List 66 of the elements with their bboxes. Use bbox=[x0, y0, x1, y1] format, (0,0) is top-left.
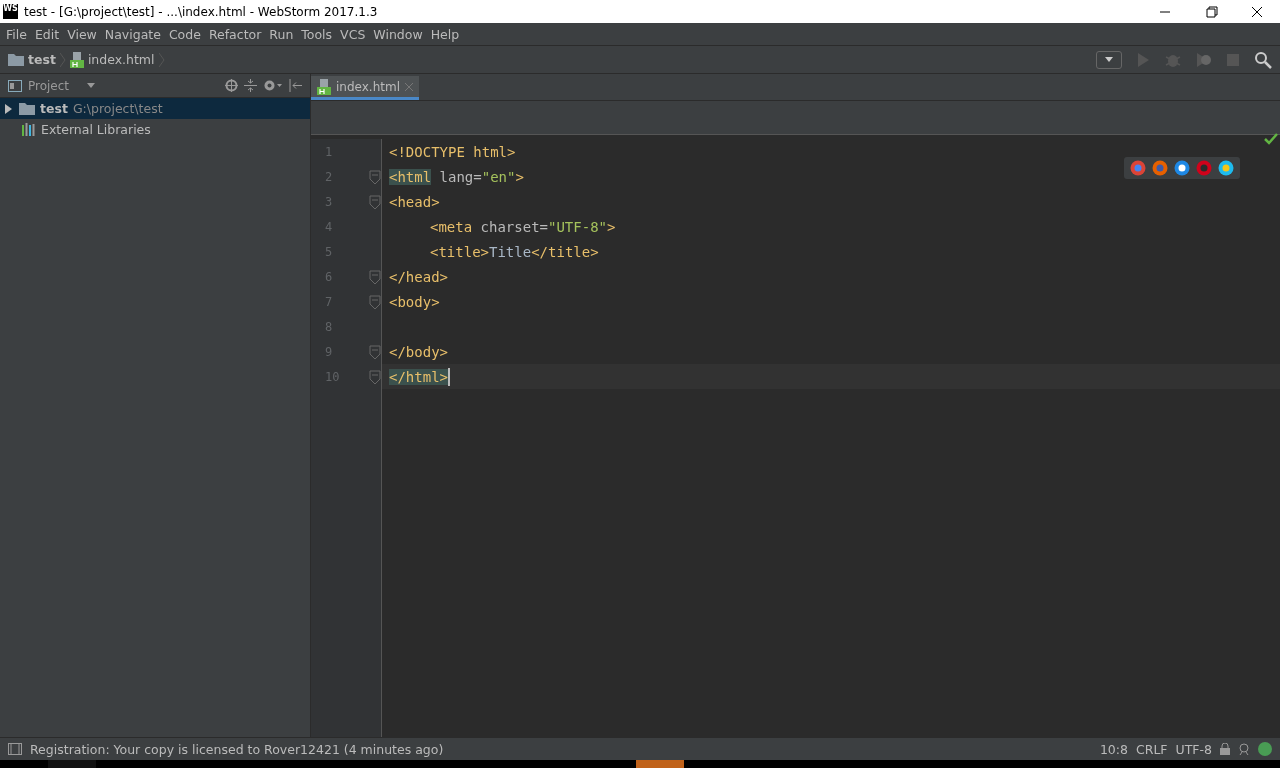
menu-item[interactable]: Window bbox=[369, 26, 427, 42]
code-line: <!DOCTYPE html> bbox=[388, 143, 516, 160]
fold-marker-icon[interactable] bbox=[369, 193, 381, 210]
menu-item[interactable]: Run bbox=[265, 26, 298, 42]
chevron-icon bbox=[158, 51, 165, 68]
expand-arrow-icon[interactable] bbox=[4, 103, 14, 114]
tree-item[interactable]: External Libraries bbox=[0, 119, 310, 140]
code-line: <meta charset="UTF-8"> bbox=[429, 218, 616, 235]
project-view-icon bbox=[8, 79, 22, 92]
tree-label: External Libraries bbox=[41, 122, 151, 137]
cursor-position[interactable]: 10:8 bbox=[1099, 741, 1128, 757]
breadcrumb[interactable]: index.html bbox=[87, 52, 155, 67]
html-file-icon bbox=[317, 78, 331, 95]
chevron-icon bbox=[59, 51, 66, 68]
menu-item[interactable]: Navigate bbox=[100, 26, 165, 42]
code-line: <body> bbox=[388, 293, 440, 310]
fold-marker-icon[interactable] bbox=[369, 368, 381, 385]
line-separator[interactable]: CRLF bbox=[1135, 741, 1168, 757]
code-line: </head> bbox=[388, 268, 448, 285]
menu-item[interactable]: File bbox=[2, 26, 31, 42]
editor-tab[interactable]: index.html bbox=[311, 76, 419, 100]
toggle-panels-icon[interactable] bbox=[8, 743, 22, 755]
collapse-icon[interactable] bbox=[244, 79, 257, 92]
menu-item[interactable]: Edit bbox=[30, 26, 64, 42]
coverage-icon[interactable] bbox=[1194, 50, 1212, 69]
fold-marker-icon[interactable] bbox=[369, 168, 381, 185]
folder-icon bbox=[19, 102, 35, 115]
menu-item[interactable]: Code bbox=[164, 26, 205, 42]
event-log-icon[interactable] bbox=[1258, 742, 1272, 756]
hide-panel-icon[interactable] bbox=[289, 79, 302, 92]
inspector-icon[interactable] bbox=[1238, 743, 1250, 755]
settings-icon[interactable] bbox=[263, 79, 283, 92]
code-line: <html lang="en"> bbox=[388, 168, 524, 185]
menu-item[interactable]: Help bbox=[426, 26, 464, 42]
browser-icon[interactable] bbox=[1218, 160, 1234, 176]
text-cursor bbox=[448, 367, 450, 386]
file-encoding[interactable]: UTF-8 bbox=[1175, 741, 1212, 757]
close-icon[interactable] bbox=[405, 82, 413, 91]
menu-item[interactable]: Tools bbox=[297, 26, 337, 42]
fold-marker-icon[interactable] bbox=[369, 343, 381, 360]
code-line: <head> bbox=[388, 193, 440, 210]
folder-icon bbox=[8, 53, 24, 66]
check-icon bbox=[1264, 133, 1278, 145]
menu-item[interactable]: VCS bbox=[336, 26, 370, 42]
fold-marker-icon[interactable] bbox=[369, 268, 381, 285]
project-path: G:\project\test bbox=[72, 101, 163, 116]
window-title: test - [G:\project\test] - ...\index.html - WebStorm 2017.1.3 bbox=[24, 4, 379, 19]
browser-icon[interactable] bbox=[1174, 160, 1190, 176]
caret-icon bbox=[1105, 57, 1113, 62]
search-icon[interactable] bbox=[1254, 50, 1272, 69]
code-line: <title>Title</title> bbox=[429, 243, 599, 260]
status-message: Registration: Your copy is licensed to Rover12421 (4 minutes ago) bbox=[30, 741, 444, 757]
code-line: </body> bbox=[388, 343, 448, 360]
menu-item[interactable]: Refactor bbox=[204, 26, 266, 42]
locate-icon[interactable] bbox=[225, 79, 238, 92]
app-logo: WS bbox=[3, 4, 18, 19]
breadcrumb[interactable]: test bbox=[28, 52, 56, 67]
run-config-dropdown[interactable] bbox=[1096, 50, 1122, 69]
panel-title[interactable]: Project bbox=[28, 78, 70, 93]
tree-item[interactable]: test G:\project\test bbox=[0, 98, 310, 119]
menu-item[interactable]: View bbox=[63, 26, 101, 42]
tree-label: test bbox=[40, 101, 68, 116]
lock-icon[interactable] bbox=[1220, 743, 1230, 755]
libraries-icon bbox=[22, 123, 36, 136]
fold-marker-icon[interactable] bbox=[369, 293, 381, 310]
html-file-icon bbox=[69, 51, 84, 68]
